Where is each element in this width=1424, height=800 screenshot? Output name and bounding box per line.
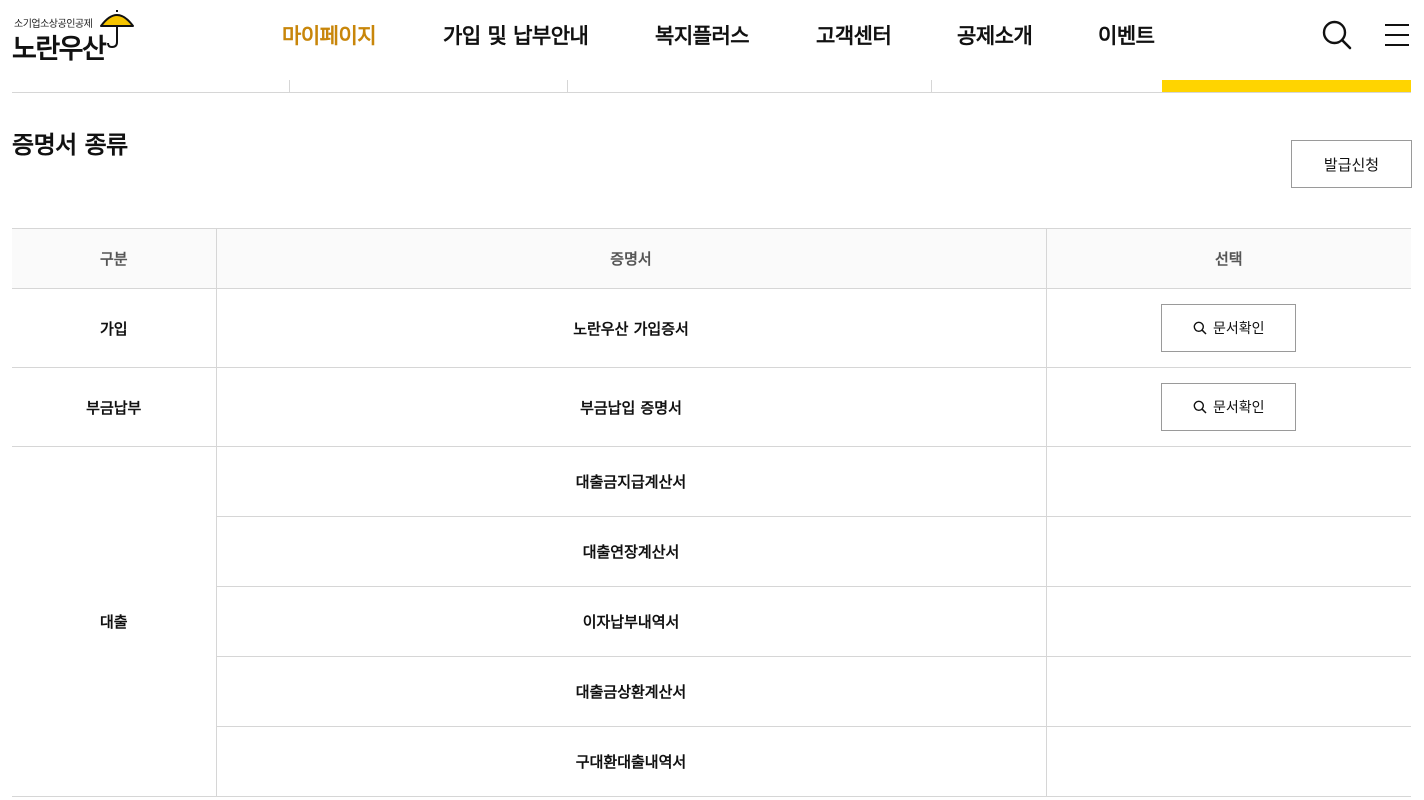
- header-certificate: 증명서: [215, 228, 1046, 289]
- table-row: 가입 노란우산 가입증서 문서확인: [12, 288, 1411, 368]
- certificate-cell: 부금납입 증명서: [215, 367, 1046, 447]
- certificate-cell: 대출연장계산서: [215, 516, 1046, 587]
- document-check-button[interactable]: 문서확인: [1161, 383, 1297, 431]
- header-select: 선택: [1045, 228, 1411, 289]
- select-cell: [1045, 586, 1411, 657]
- sub-tab-bar: [12, 72, 1411, 93]
- document-check-label: 문서확인: [1212, 400, 1265, 416]
- sub-tab-3[interactable]: [568, 72, 931, 92]
- certificate-cell: 노란우산 가입증서: [215, 288, 1046, 368]
- issue-request-button[interactable]: 발급신청: [1291, 140, 1412, 188]
- select-cell: [1045, 656, 1411, 727]
- page-title: 증명서 종류: [12, 131, 128, 159]
- select-cell: [1045, 446, 1411, 517]
- search-icon: [1193, 321, 1207, 335]
- nav-customer-center[interactable]: 고객센터: [816, 20, 892, 50]
- table-row: 대출 대출금지급계산서: [12, 446, 1411, 797]
- site-header: 소기업소상공인공제 노란우산 마이페이지 가입 및 납부안내 복지플러스 고객센…: [0, 0, 1424, 72]
- table-row: 이자납부내역서: [12, 586, 1411, 657]
- sub-tab-4[interactable]: [932, 72, 1162, 92]
- search-icon: [1193, 400, 1207, 414]
- select-cell: [1045, 726, 1411, 797]
- certificate-table: 구분 증명서 선택 가입 노란우산 가입증서 문서확인 부금납부 부금납입 증명…: [12, 228, 1411, 797]
- table-row: 대출금상환계산서: [12, 656, 1411, 727]
- category-cell: 대출: [12, 446, 216, 797]
- umbrella-icon: [100, 10, 134, 49]
- select-cell: [1045, 516, 1411, 587]
- table-row: 부금납부 부금납입 증명서 문서확인: [12, 367, 1411, 447]
- sub-tab-1[interactable]: [12, 72, 289, 92]
- table-header-row: 구분 증명서 선택: [12, 228, 1411, 289]
- nav-welfare-plus[interactable]: 복지플러스: [655, 20, 750, 50]
- logo-name: 노란우산: [12, 34, 107, 65]
- document-check-button[interactable]: 문서확인: [1161, 304, 1297, 352]
- sub-tab-active[interactable]: [1162, 80, 1411, 92]
- document-check-label: 문서확인: [1212, 321, 1265, 337]
- certificate-cell: 이자납부내역서: [215, 586, 1046, 657]
- table-row: 구대환대출내역서: [12, 726, 1411, 797]
- certificate-cell: 대출금지급계산서: [215, 446, 1046, 517]
- select-cell: 문서확인: [1045, 367, 1411, 447]
- certificate-cell: 대출금상환계산서: [215, 656, 1046, 727]
- nav-mypage[interactable]: 마이페이지: [282, 20, 377, 50]
- category-cell: 가입: [12, 288, 216, 368]
- table-row: 대출연장계산서: [12, 516, 1411, 587]
- nav-event[interactable]: 이벤트: [1098, 20, 1155, 50]
- hamburger-menu-icon[interactable]: [1384, 23, 1410, 47]
- sub-tab-2[interactable]: [290, 72, 567, 92]
- logo[interactable]: 소기업소상공인공제 노란우산: [12, 10, 137, 65]
- header-category: 구분: [12, 228, 216, 289]
- search-icon[interactable]: [1321, 19, 1353, 51]
- certificate-cell: 구대환대출내역서: [215, 726, 1046, 797]
- nav-join-payment-guide[interactable]: 가입 및 납부안내: [443, 20, 589, 50]
- nav-about[interactable]: 공제소개: [957, 20, 1033, 50]
- category-cell: 부금납부: [12, 367, 216, 447]
- select-cell: 문서확인: [1045, 288, 1411, 368]
